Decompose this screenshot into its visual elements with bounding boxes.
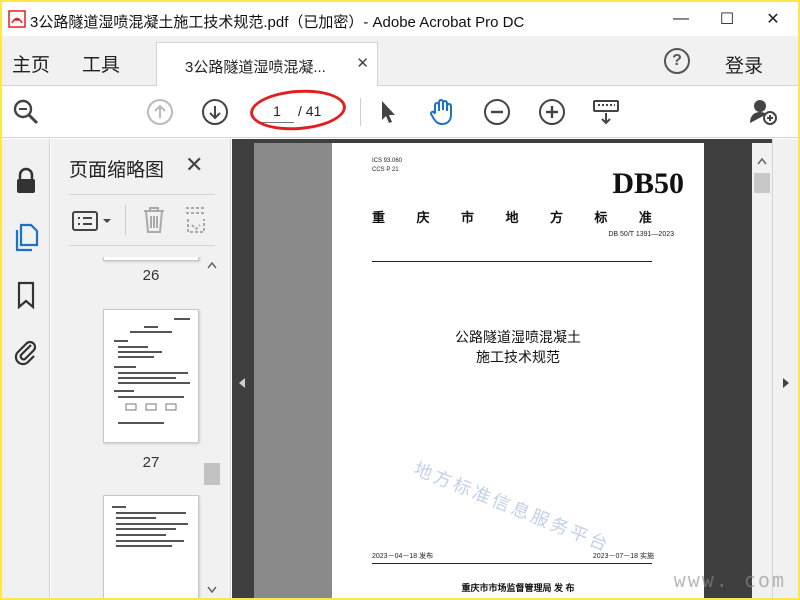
left-nav-rail (2, 139, 50, 598)
red-annotation-ellipse (248, 86, 348, 134)
standard-name: 重 庆 市 地 方 标 准 (372, 210, 652, 225)
keyboard-download-icon[interactable] (590, 96, 622, 128)
expand-right-panel-icon[interactable] (782, 377, 790, 389)
bookmark-icon[interactable] (10, 279, 42, 311)
ics-code: ICS 93.060 CCS P 21 (372, 158, 403, 173)
menu-tab-bar: 主页 工具 3公路隧道湿喷混凝... ✕ ? 登录 (2, 36, 798, 86)
bottom-rule (372, 563, 652, 564)
publisher: 重庆市市场监督管理局 发 布 (461, 583, 575, 593)
attachment-icon[interactable] (10, 335, 42, 367)
login-button[interactable]: 登录 (725, 51, 763, 78)
delete-page-icon[interactable] (141, 205, 169, 235)
next-page-icon[interactable] (199, 96, 231, 128)
title-bar: 3公路隧道湿喷混凝土施工技术规范.pdf（已加密）- Adobe Acrobat… (2, 2, 798, 36)
close-window-button[interactable]: ✕ (750, 2, 796, 36)
thumbnail-text-lines (112, 506, 188, 547)
scroll-up-arrow-icon[interactable] (207, 261, 217, 269)
scroll-down-arrow-icon[interactable] (207, 586, 217, 594)
page-thumbnails-icon[interactable] (10, 221, 42, 253)
document-scrollbar[interactable] (752, 143, 772, 598)
standard-code: DB 50/T 1391—2023 (608, 231, 674, 238)
thumbnail-page-28[interactable] (103, 495, 199, 598)
acrobat-logo-icon (8, 10, 26, 28)
thumbnail-list: 26 27 (51, 257, 203, 598)
db-mark: DB50 (612, 167, 684, 200)
close-panel-button[interactable]: ✕ (185, 152, 203, 178)
document-scroll-thumb[interactable] (754, 173, 770, 193)
help-icon[interactable]: ? (664, 48, 690, 74)
right-tools-panel (772, 139, 798, 598)
window-title: 3公路隧道湿喷混凝土施工技术规范.pdf（已加密）- Adobe Acrobat… (30, 14, 525, 31)
zoom-out-icon[interactable] (481, 96, 513, 128)
effective-date: 2023－07－18 实施 (592, 553, 654, 560)
extract-page-icon[interactable] (183, 205, 211, 235)
zoom-search-icon[interactable] (10, 96, 42, 128)
document-tab-label: 3公路隧道湿喷混凝... (185, 59, 326, 76)
thumbnail-number: 26 (142, 267, 160, 284)
thumbnail-scrollbar[interactable] (203, 257, 221, 598)
tools-menu[interactable]: 工具 (82, 50, 120, 77)
lock-icon[interactable] (10, 165, 42, 197)
options-menu-icon[interactable] (71, 207, 119, 235)
thumbnail-scroll-thumb[interactable] (204, 463, 220, 485)
previous-page-icon[interactable] (144, 96, 176, 128)
panel-tools-divider (125, 205, 126, 235)
thumbnail-page-26[interactable] (103, 257, 199, 261)
home-menu[interactable]: 主页 (12, 50, 50, 77)
panel-tools (69, 194, 215, 246)
document-tab[interactable]: 3公路隧道湿喷混凝... ✕ (156, 42, 378, 86)
thumbnail-text-lines (114, 318, 190, 424)
doc-title-line2: 施工技术规范 (476, 349, 560, 365)
hand-tool-icon[interactable] (426, 96, 458, 128)
publish-date: 2023－04－18 发布 (372, 553, 434, 560)
minimize-button[interactable]: — (658, 2, 704, 36)
add-user-icon[interactable] (748, 96, 780, 128)
doc-scroll-up-icon[interactable] (757, 157, 767, 165)
corner-watermark: www. com (673, 568, 786, 592)
pdf-page: ICS 93.060 CCS P 21 DB50 重 庆 市 地 方 标 准 D… (332, 143, 704, 598)
top-rule (372, 261, 652, 262)
toolbar: 1 / 41 (2, 86, 798, 138)
thumbnail-page-27[interactable] (103, 309, 199, 443)
acrobat-window: 3公路隧道湿喷混凝土施工技术规范.pdf（已加密）- Adobe Acrobat… (2, 2, 798, 598)
thumbnails-panel: 页面缩略图 ✕ 26 27 (51, 139, 231, 598)
close-tab-button[interactable]: ✕ (356, 54, 369, 72)
select-arrow-icon[interactable] (372, 96, 404, 128)
maximize-button[interactable]: ☐ (704, 2, 750, 36)
doc-title-line1: 公路隧道湿喷混凝土 (455, 329, 581, 345)
collapse-left-panel-icon[interactable] (238, 377, 246, 389)
panel-title: 页面缩略图 (69, 160, 165, 181)
document-viewport[interactable]: ICS 93.060 CCS P 21 DB50 重 庆 市 地 方 标 准 D… (232, 139, 798, 598)
thumbnail-number: 27 (142, 454, 160, 471)
watermark-text: 地方标准信息服务平台 (411, 458, 614, 556)
toolbar-divider (360, 98, 361, 126)
zoom-in-icon[interactable] (536, 96, 568, 128)
